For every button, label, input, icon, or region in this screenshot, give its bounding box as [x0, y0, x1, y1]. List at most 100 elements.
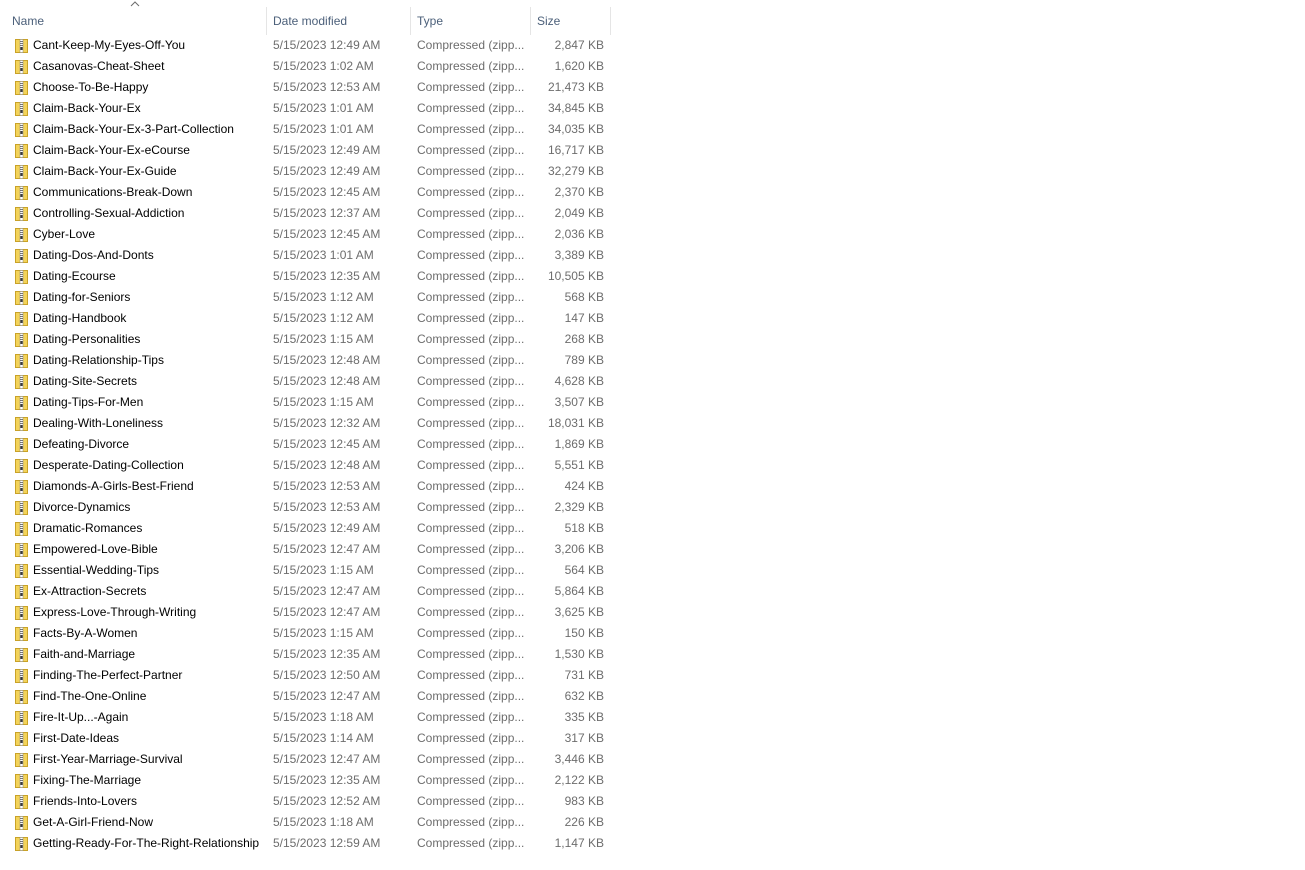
file-date-modified: 5/15/2023 12:47 AM [273, 689, 381, 703]
file-row[interactable]: Claim-Back-Your-Ex-eCourse 5/15/2023 12:4… [0, 140, 611, 161]
file-row[interactable]: Dating-Ecourse 5/15/2023 12:35 AM Compress… [0, 266, 611, 287]
file-name-cell[interactable]: Getting-Ready-For-The-Right-Relationship [0, 833, 267, 854]
file-name-cell[interactable]: Fire-It-Up...-Again [0, 707, 267, 728]
file-row[interactable]: Casanovas-Cheat-Sheet 5/15/2023 1:02 AM Co… [0, 56, 611, 77]
file-row[interactable]: Dating-Dos-And-Donts 5/15/2023 1:01 AM Com… [0, 245, 611, 266]
file-name: Cyber-Love [33, 227, 96, 241]
file-name-cell[interactable]: Friends-Into-Lovers [0, 791, 267, 812]
file-row[interactable]: Claim-Back-Your-Ex-Guide 5/15/2023 12:49 … [0, 161, 611, 182]
file-row[interactable]: Cant-Keep-My-Eyes-Off-You 5/15/2023 12:49… [0, 35, 611, 56]
file-row[interactable]: Defeating-Divorce 5/15/2023 12:45 AM Compr… [0, 434, 611, 455]
file-row[interactable]: Divorce-Dynamics 5/15/2023 12:53 AM Compre… [0, 497, 611, 518]
zip-folder-icon [15, 773, 28, 788]
file-type: Compressed (zipp... [417, 59, 525, 73]
file-name-cell[interactable]: Dramatic-Romances [0, 518, 267, 539]
file-name-cell[interactable]: Choose-To-Be-Happy [0, 77, 267, 98]
file-row[interactable]: Essential-Wedding-Tips 5/15/2023 1:15 AM C… [0, 560, 611, 581]
file-name-cell[interactable]: Dealing-With-Loneliness [0, 413, 267, 434]
file-name-cell[interactable]: Facts-By-A-Women [0, 623, 267, 644]
file-row[interactable]: Dealing-With-Loneliness 5/15/2023 12:32 A… [0, 413, 611, 434]
file-name-cell[interactable]: Dating-Tips-For-Men [0, 392, 267, 413]
file-name-cell[interactable]: Casanovas-Cheat-Sheet [0, 56, 267, 77]
file-row[interactable]: Get-A-Girl-Friend-Now 5/15/2023 1:18 AM Co… [0, 812, 611, 833]
file-row[interactable]: Finding-The-Perfect-Partner 5/15/2023 12:… [0, 665, 611, 686]
zip-folder-icon [15, 563, 28, 578]
file-row[interactable]: Desperate-Dating-Collection 5/15/2023 12:… [0, 455, 611, 476]
file-name-cell[interactable]: Dating-Dos-And-Donts [0, 245, 267, 266]
file-name-cell[interactable]: Claim-Back-Your-Ex-3-Part-Collection [0, 119, 267, 140]
file-name-cell[interactable]: Essential-Wedding-Tips [0, 560, 267, 581]
file-row[interactable]: Dating-for-Seniors 5/15/2023 1:12 AM Compr… [0, 287, 611, 308]
file-row[interactable]: Choose-To-Be-Happy 5/15/2023 12:53 AM Comp… [0, 77, 611, 98]
file-name-cell[interactable]: Fixing-The-Marriage [0, 770, 267, 791]
file-row[interactable]: Friends-Into-Lovers 5/15/2023 12:52 AM Com… [0, 791, 611, 812]
file-name-cell[interactable]: Finding-The-Perfect-Partner [0, 665, 267, 686]
file-name-cell[interactable]: Divorce-Dynamics [0, 497, 267, 518]
file-row[interactable]: Fixing-The-Marriage 5/15/2023 12:35 AM Com… [0, 770, 611, 791]
file-name-cell[interactable]: Dating-for-Seniors [0, 287, 267, 308]
file-size: 34,035 KB [547, 122, 604, 136]
file-size: 2,329 KB [554, 500, 604, 514]
file-row[interactable]: Controlling-Sexual-Addiction 5/15/2023 12… [0, 203, 611, 224]
column-header-name[interactable]: Name [0, 1, 267, 35]
file-row[interactable]: First-Date-Ideas 5/15/2023 1:14 AM Compres… [0, 728, 611, 749]
file-name-cell[interactable]: Dating-Handbook [0, 308, 267, 329]
file-size: 226 KB [564, 815, 604, 829]
file-name-cell[interactable]: Faith-and-Marriage [0, 644, 267, 665]
file-type: Compressed (zipp... [417, 668, 525, 682]
file-name-cell[interactable]: First-Date-Ideas [0, 728, 267, 749]
file-row[interactable]: Empowered-Love-Bible 5/15/2023 12:47 AM Co… [0, 539, 611, 560]
file-name-cell[interactable]: Claim-Back-Your-Ex [0, 98, 267, 119]
file-row[interactable]: First-Year-Marriage-Survival 5/15/2023 12… [0, 749, 611, 770]
file-row[interactable]: Getting-Ready-For-The-Right-Relationship… [0, 833, 611, 854]
file-name-cell[interactable]: Get-A-Girl-Friend-Now [0, 812, 267, 833]
file-name-cell[interactable]: First-Year-Marriage-Survival [0, 749, 267, 770]
file-row[interactable]: Ex-Attraction-Secrets 5/15/2023 12:47 AM C… [0, 581, 611, 602]
file-name-cell[interactable]: Find-The-One-Online [0, 686, 267, 707]
column-header-size[interactable]: Size [531, 7, 611, 35]
file-row[interactable]: Fire-It-Up...-Again 5/15/2023 1:18 AM Comp… [0, 707, 611, 728]
file-name-cell[interactable]: Ex-Attraction-Secrets [0, 581, 267, 602]
file-name: Claim-Back-Your-Ex-eCourse [33, 143, 190, 157]
file-name-cell[interactable]: Communications-Break-Down [0, 182, 267, 203]
file-size: 2,049 KB [554, 206, 604, 220]
file-name-cell[interactable]: Dating-Relationship-Tips [0, 350, 267, 371]
file-row[interactable]: Dramatic-Romances 5/15/2023 12:49 AM Compr… [0, 518, 611, 539]
zip-folder-icon [15, 80, 28, 95]
column-header-type[interactable]: Type [411, 7, 531, 35]
file-row[interactable]: Dating-Site-Secrets 5/15/2023 12:48 AM Com… [0, 371, 611, 392]
file-row[interactable]: Dating-Handbook 5/15/2023 1:12 AM Compress… [0, 308, 611, 329]
file-row[interactable]: Faith-and-Marriage 5/15/2023 12:35 AM Comp… [0, 644, 611, 665]
file-row[interactable]: Facts-By-A-Women 5/15/2023 1:15 AM Compres… [0, 623, 611, 644]
file-name-cell[interactable]: Defeating-Divorce [0, 434, 267, 455]
file-name-cell[interactable]: Desperate-Dating-Collection [0, 455, 267, 476]
file-row[interactable]: Find-The-One-Online 5/15/2023 12:47 AM Com… [0, 686, 611, 707]
file-name-cell[interactable]: Express-Love-Through-Writing [0, 602, 267, 623]
file-name-cell[interactable]: Cant-Keep-My-Eyes-Off-You [0, 35, 267, 56]
file-name-cell[interactable]: Dating-Site-Secrets [0, 371, 267, 392]
file-row[interactable]: Claim-Back-Your-Ex 5/15/2023 1:01 AM Compr… [0, 98, 611, 119]
file-row[interactable]: Express-Love-Through-Writing 5/15/2023 12… [0, 602, 611, 623]
file-name-cell[interactable]: Claim-Back-Your-Ex-eCourse [0, 140, 267, 161]
file-name-cell[interactable]: Empowered-Love-Bible [0, 539, 267, 560]
file-row[interactable]: Communications-Break-Down 5/15/2023 12:45… [0, 182, 611, 203]
file-row[interactable]: Dating-Personalities 5/15/2023 1:15 AM Com… [0, 329, 611, 350]
file-name-cell[interactable]: Claim-Back-Your-Ex-Guide [0, 161, 267, 182]
file-name-cell[interactable]: Controlling-Sexual-Addiction [0, 203, 267, 224]
file-name-cell[interactable]: Dating-Ecourse [0, 266, 267, 287]
file-date-modified: 5/15/2023 12:45 AM [273, 227, 381, 241]
file-row[interactable]: Diamonds-A-Girls-Best-Friend 5/15/2023 12… [0, 476, 611, 497]
file-row[interactable]: Dating-Relationship-Tips 5/15/2023 12:48 … [0, 350, 611, 371]
file-row[interactable]: Cyber-Love 5/15/2023 12:45 AM Compressed (… [0, 224, 611, 245]
file-type: Compressed (zipp... [417, 584, 525, 598]
zip-folder-icon [15, 815, 28, 830]
file-size: 21,473 KB [547, 80, 604, 94]
file-name-cell[interactable]: Dating-Personalities [0, 329, 267, 350]
file-name-cell[interactable]: Cyber-Love [0, 224, 267, 245]
file-name-cell[interactable]: Diamonds-A-Girls-Best-Friend [0, 476, 267, 497]
file-date-modified: 5/15/2023 12:47 AM [273, 605, 381, 619]
column-header-date-modified[interactable]: Date modified [267, 7, 411, 35]
file-name: First-Date-Ideas [33, 731, 120, 745]
file-row[interactable]: Claim-Back-Your-Ex-3-Part-Collection 5/15… [0, 119, 611, 140]
file-row[interactable]: Dating-Tips-For-Men 5/15/2023 1:15 AM Comp… [0, 392, 611, 413]
